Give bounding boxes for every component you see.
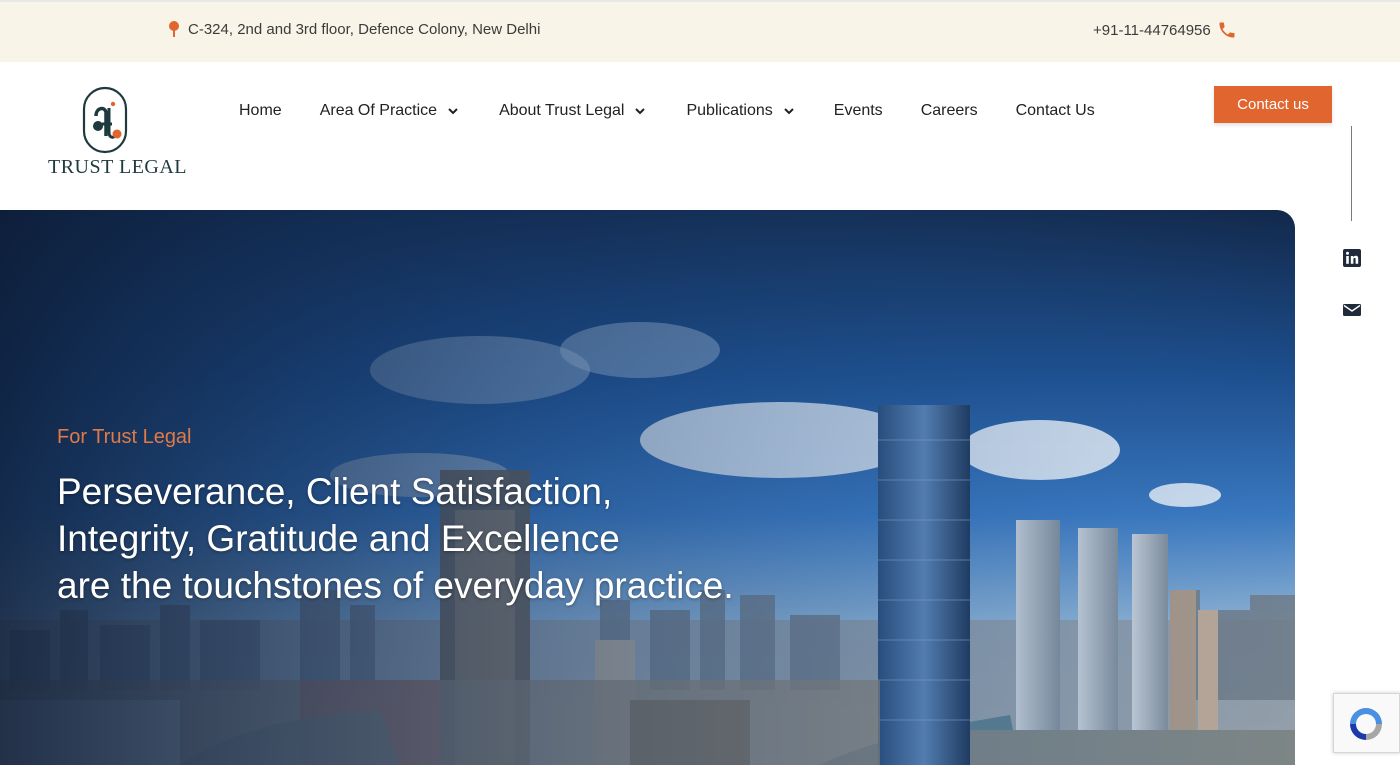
nav-label[interactable]: Home — [239, 102, 282, 120]
logo-wordmark: TRUST LEGAL — [48, 156, 188, 178]
phone-number[interactable]: +91-11-44764956 — [1093, 22, 1211, 39]
nav-item-home[interactable]: Home — [239, 102, 282, 120]
hero-kicker: For Trust Legal — [57, 426, 192, 448]
mail-icon[interactable] — [1343, 301, 1361, 319]
address: C-324, 2nd and 3rd floor, Defence Colony… — [168, 20, 540, 38]
chevron-down-icon[interactable] — [634, 105, 646, 117]
nav-label[interactable]: About Trust Legal — [499, 102, 624, 120]
nav-label[interactable]: Area Of Practice — [320, 102, 437, 120]
logo[interactable]: TRUST LEGAL — [46, 84, 187, 180]
nav-item-area-of-practice[interactable]: Area Of Practice — [320, 102, 459, 120]
address-text: C-324, 2nd and 3rd floor, Defence Colony… — [188, 20, 541, 38]
headline-line: Integrity, Gratitude and Excellence — [57, 518, 620, 559]
nav-label[interactable]: Contact Us — [1016, 102, 1095, 120]
phone[interactable]: +91-11-44764956 — [1093, 20, 1237, 40]
location-pin-icon — [169, 21, 179, 37]
recaptcha-badge[interactable] — [1333, 693, 1400, 753]
nav-label[interactable]: Publications — [686, 102, 772, 120]
chevron-down-icon[interactable] — [447, 105, 459, 117]
headline-line: Perseverance, Client Satisfaction, — [57, 471, 613, 512]
nav-item-contact-us[interactable]: Contact Us — [1016, 102, 1095, 120]
chevron-down-icon[interactable] — [783, 105, 795, 117]
linkedin-icon[interactable] — [1343, 249, 1361, 267]
recaptcha-icon — [1350, 708, 1382, 740]
phone-icon[interactable] — [1217, 20, 1237, 40]
nav-item-publications[interactable]: Publications — [686, 102, 794, 120]
hero-headline: Perseverance, Client Satisfaction, Integ… — [57, 468, 734, 609]
hero-banner: For Trust Legal Perseverance, Client Sat… — [0, 210, 1295, 765]
nav-label[interactable]: Events — [834, 102, 883, 120]
headline-line: are the touchstones of everyday practice… — [57, 565, 734, 606]
nav-item-careers[interactable]: Careers — [921, 102, 978, 120]
top-info-bar: C-324, 2nd and 3rd floor, Defence Colony… — [0, 0, 1400, 62]
nav-item-about-trust-legal[interactable]: About Trust Legal — [499, 102, 646, 120]
rail-divider — [1351, 126, 1352, 221]
site-header: TRUST LEGAL Home Area Of Practice About … — [0, 62, 1400, 210]
contact-us-button[interactable]: Contact us — [1214, 86, 1332, 123]
logo-mark-icon — [82, 86, 128, 154]
main-nav: Home Area Of Practice About Trust Legal … — [239, 100, 1095, 122]
nav-label[interactable]: Careers — [921, 102, 978, 120]
nav-item-events[interactable]: Events — [834, 102, 883, 120]
